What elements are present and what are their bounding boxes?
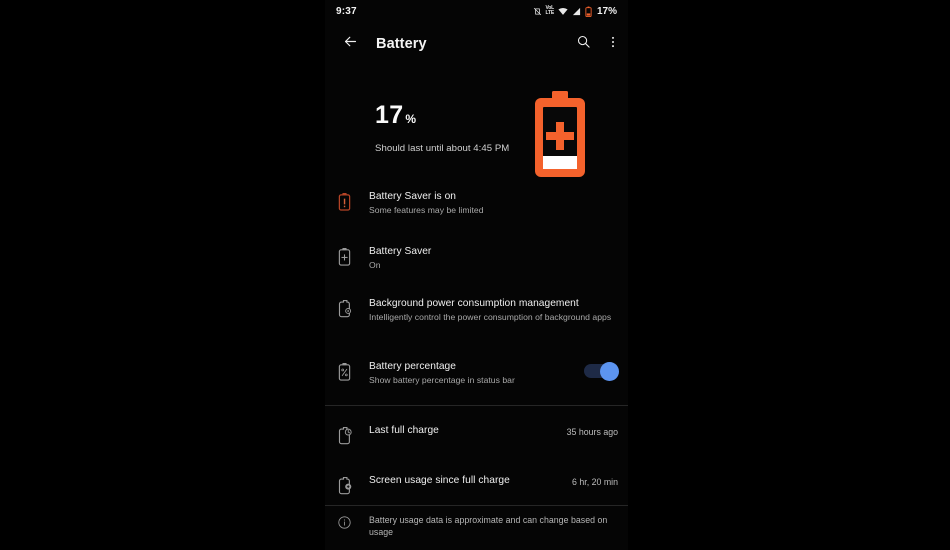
note-text: Battery usage data is approximate and ca… <box>369 515 608 537</box>
battery-plus-graphic <box>531 91 589 182</box>
list-item-subtitle: Show battery percentage in status bar <box>369 375 515 385</box>
vibrate-off-icon <box>533 7 542 16</box>
list-item-title: Battery Saver <box>369 246 432 257</box>
wifi-icon <box>558 7 568 16</box>
search-button[interactable] <box>568 34 598 54</box>
battery-percentage-toggle[interactable] <box>584 361 619 381</box>
battery-percent-icon <box>337 362 352 386</box>
row-icon-slot <box>337 297 369 323</box>
battery-plus-icon <box>337 247 352 271</box>
list-item-battery-saver[interactable]: Battery Saver On <box>325 245 628 297</box>
list-item-title: Battery Saver is on <box>369 191 457 202</box>
page-title: Battery <box>376 36 427 52</box>
row-icon-slot <box>337 245 369 271</box>
overflow-menu-button[interactable] <box>598 35 628 54</box>
settings-list: Battery Saver is on Some features may be… <box>325 190 628 510</box>
battery-screen-icon <box>337 476 353 500</box>
info-icon <box>337 515 352 535</box>
list-item-value: 6 hr, 20 min <box>572 477 618 487</box>
list-item-title: Background power consumption management <box>369 298 579 309</box>
battery-percent-value: 17 <box>375 101 404 129</box>
row-text-block: Battery percentage Show battery percenta… <box>369 360 584 387</box>
row-icon-slot <box>337 360 369 386</box>
row-text-block: Background power consumption management … <box>369 297 618 324</box>
list-item-background-power-management[interactable]: Background power consumption management … <box>325 297 628 360</box>
back-button[interactable] <box>333 33 367 55</box>
list-item-title: Battery percentage <box>369 361 456 372</box>
battery-summary: 17% Should last until about 4:45 PM <box>325 88 628 184</box>
battery-alert-icon <box>337 192 352 216</box>
list-item-subtitle: On <box>369 260 381 270</box>
note-icon-slot <box>337 514 369 535</box>
volte-label-bottom: LTE <box>545 10 555 16</box>
screenshot-stage: 9:37 VoL LTE 17% Battery 17 % Should las… <box>0 0 950 550</box>
battery-summary-text: 17% Should last until about 4:45 PM <box>375 102 509 154</box>
list-item-last-full-charge[interactable]: Last full charge 35 hours ago <box>325 410 628 460</box>
section-divider <box>325 405 628 406</box>
list-item-title: Screen usage since full charge <box>369 475 510 486</box>
row-text-block: Battery Saver is on Some features may be… <box>369 190 618 217</box>
battery-percent-large: 17% <box>375 102 509 132</box>
status-bar: 9:37 VoL LTE 17% <box>325 0 628 22</box>
status-bar-battery-percent: 17% <box>596 5 617 17</box>
app-bar: Battery <box>325 27 628 61</box>
battery-low-icon <box>585 6 592 17</box>
search-icon <box>576 34 591 54</box>
toggle-knob <box>600 361 619 381</box>
phone-screen: 9:37 VoL LTE 17% Battery 17 % Should las… <box>325 0 628 550</box>
list-item-value: 35 hours ago <box>566 427 618 437</box>
battery-settings-icon <box>337 299 353 323</box>
status-bar-icons: VoL LTE 17% <box>533 5 617 17</box>
row-text-block: Last full charge <box>369 424 567 437</box>
row-text-block: Screen usage since full charge <box>369 474 572 487</box>
row-icon-slot <box>337 474 369 500</box>
battery-percent-unit: % <box>405 112 417 126</box>
signal-icon <box>572 7 581 16</box>
more-vertical-icon <box>606 35 620 54</box>
list-item-subtitle: Some features may be limited <box>369 205 484 215</box>
list-item-battery-saver-status[interactable]: Battery Saver is on Some features may be… <box>325 190 628 245</box>
list-item-title: Last full charge <box>369 425 439 436</box>
back-arrow-icon <box>342 33 359 55</box>
status-bar-clock: 9:37 <box>336 5 357 17</box>
list-item-subtitle: Intelligently control the power consumpt… <box>369 312 612 322</box>
row-text-block: Battery Saver On <box>369 245 618 272</box>
list-item-screen-usage[interactable]: Screen usage since full charge 6 hr, 20 … <box>325 460 628 510</box>
row-icon-slot <box>337 190 369 216</box>
volte-icon: VoL LTE <box>545 6 555 16</box>
battery-clock-icon <box>337 426 353 450</box>
footer-divider <box>325 505 628 506</box>
battery-estimate-text: Should last until about 4:45 PM <box>375 143 510 154</box>
list-item-battery-percentage[interactable]: Battery percentage Show battery percenta… <box>325 360 628 410</box>
battery-usage-note: Battery usage data is approximate and ca… <box>325 514 628 538</box>
row-icon-slot <box>337 424 369 450</box>
